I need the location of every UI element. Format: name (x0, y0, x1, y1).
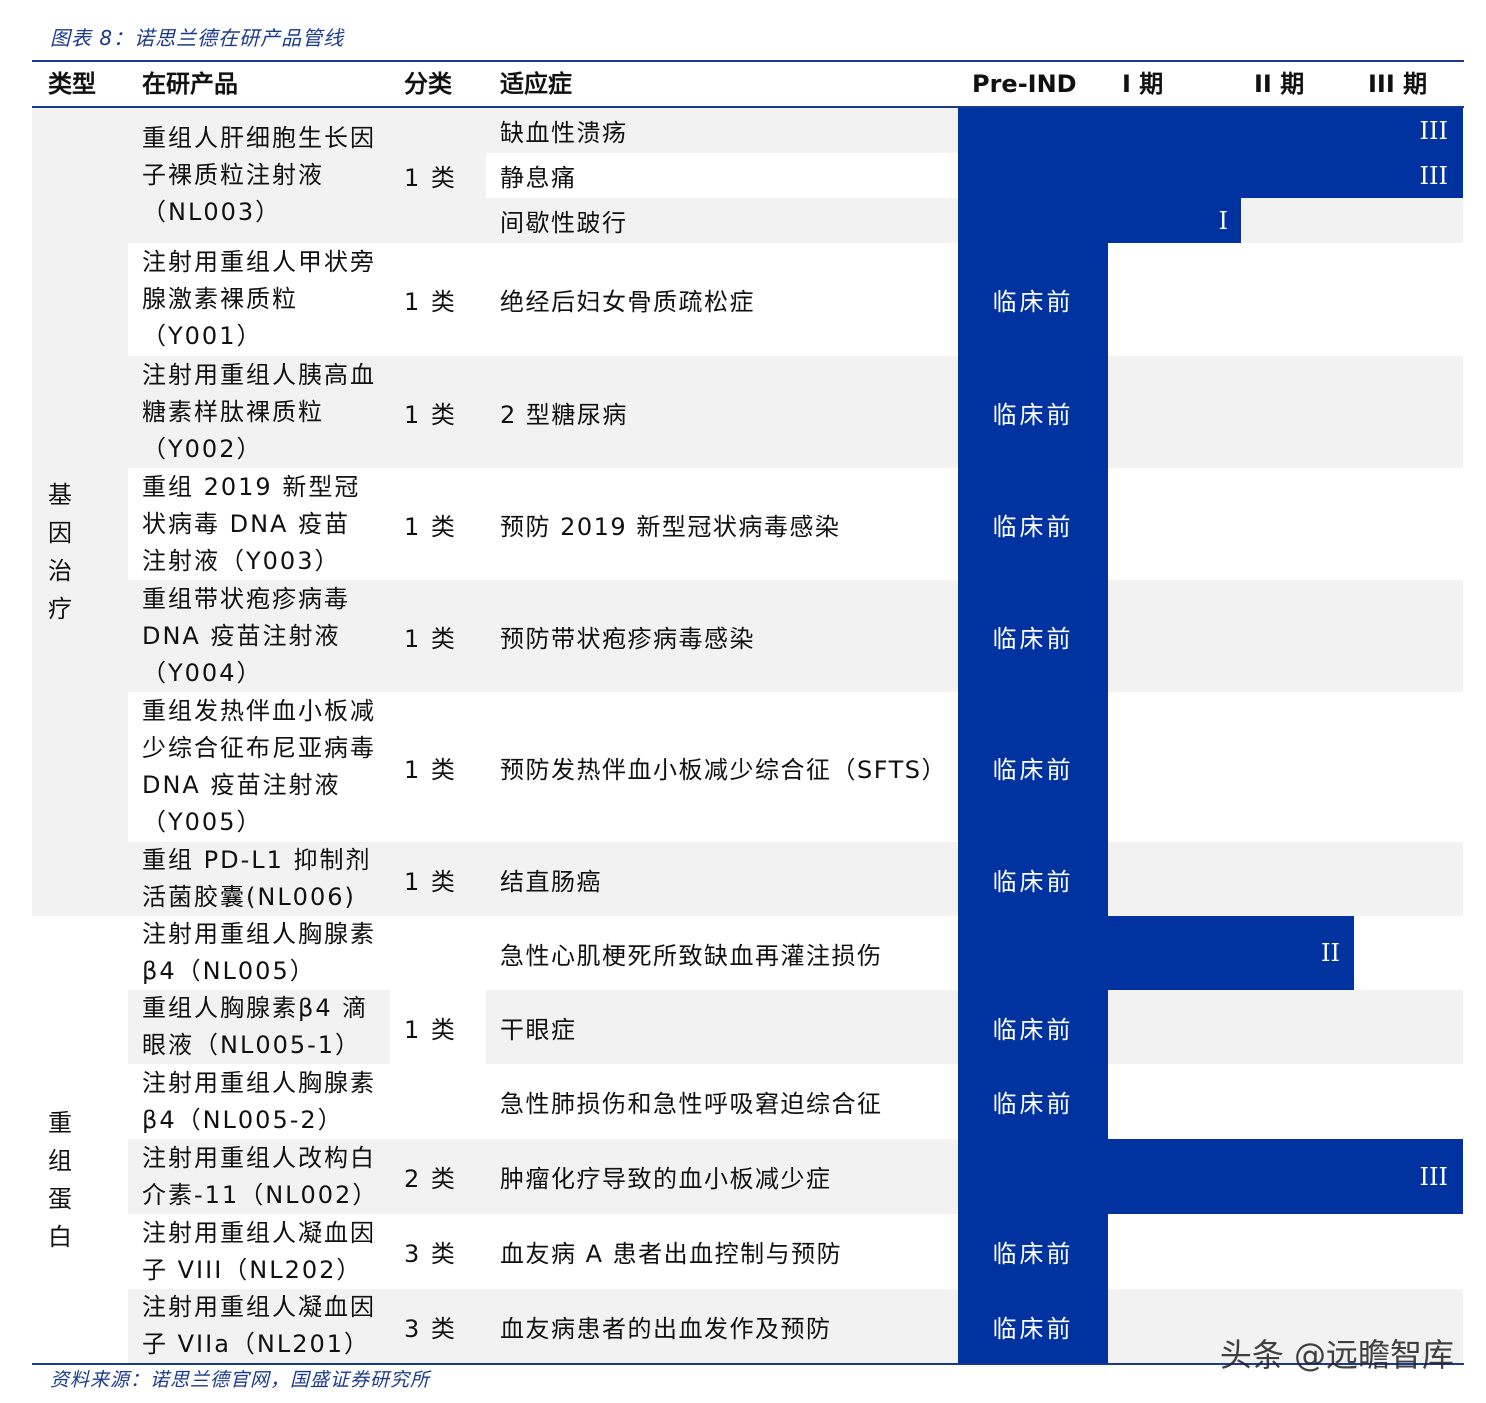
indication-cell: 急性心肌梗死所致缺血再灌注损伤 (500, 941, 883, 970)
stage-label: 临床前 (992, 1314, 1074, 1343)
stage-label: 临床前 (992, 867, 1074, 896)
class-cell: 1 类 (404, 1015, 457, 1044)
source-note: 资料来源：诺思兰德官网，国盛证券研究所 (50, 1369, 431, 1391)
class-cell: 1 类 (404, 624, 457, 653)
indication-cell: 绝经后妇女骨质疏松症 (500, 288, 755, 316)
product-name: 注射用重组人胰高血糖素样肽裸质粒（Y002） (142, 360, 376, 463)
product-cell: 注射用重组人凝血因子 VIII（NL202） (142, 1214, 376, 1289)
class-cell: 3 类 (404, 1240, 457, 1268)
product-cell: 重组人肝细胞生长因子裸质粒注射液（NL003） (142, 108, 376, 243)
indication-cell: 2 型糖尿病 (500, 400, 628, 429)
product-name: 重组人肝细胞生长因子裸质粒注射液（NL003） (142, 124, 376, 226)
header-phase1: I 期 (1122, 70, 1164, 98)
stage-label: III (1419, 1162, 1448, 1191)
indication-cell: 血友病患者的出血发作及预防 (500, 1314, 832, 1343)
stage-label: 临床前 (992, 1015, 1074, 1044)
header-class: 分类 (404, 70, 452, 98)
product-cell: 注射用重组人凝血因子 VIIa（NL201） (142, 1289, 376, 1363)
indication-cell: 肿瘤化疗导致的血小板减少症 (500, 1165, 832, 1193)
product-cell: 重组人胸腺素β4 滴眼液（NL005-1） (142, 990, 376, 1064)
class-cell: 1 类 (404, 288, 457, 316)
product-name: 重组 PD-L1 抑制剂活菌胶囊(NL006) (142, 846, 372, 911)
class-cell: 1 类 (404, 400, 457, 429)
product-cell: 重组 PD-L1 抑制剂活菌胶囊(NL006) (142, 842, 376, 916)
indication-cell: 干眼症 (500, 1015, 577, 1044)
product-name: 注射用重组人改构白介素-11（NL002） (142, 1143, 379, 1209)
header-phase2: II 期 (1254, 70, 1305, 98)
indication-cell: 静息痛 (500, 164, 577, 192)
stage-label: 临床前 (992, 1240, 1074, 1268)
stage-label: 临床前 (992, 624, 1074, 653)
indication-cell: 间歇性跛行 (500, 209, 628, 237)
indication-cell: 急性肺损伤和急性呼吸窘迫综合征 (500, 1090, 883, 1118)
product-name: 注射用重组人凝血因子 VIII（NL202） (142, 1218, 376, 1284)
product-name: 重组人胸腺素β4 滴眼液（NL005-1） (142, 994, 369, 1059)
product-cell: 注射用重组人胰高血糖素样肽裸质粒（Y002） (142, 356, 376, 468)
product-cell: 注射用重组人胸腺素β4（NL005-2） (142, 1064, 376, 1139)
type-gene-therapy: 基 因 治疗 (48, 481, 86, 623)
header-product: 在研产品 (142, 70, 238, 98)
product-name: 注射用重组人胸腺素β4（NL005） (142, 920, 376, 985)
product-name: 重组发热伴血小板减少综合征布尼亚病毒 DNA 疫苗注射液（Y005） (142, 697, 376, 836)
class-cell: 2 类 (404, 1165, 457, 1193)
product-cell: 注射用重组人胸腺素β4（NL005） (142, 916, 376, 990)
product-cell: 注射用重组人甲状旁腺激素裸质粒（Y001） (142, 243, 376, 356)
class-cell: 1 类 (404, 164, 457, 192)
product-name: 注射用重组人胸腺素β4（NL005-2） (142, 1068, 376, 1134)
table-header: 类型 在研产品 分类 适应症 Pre-IND I 期 II 期 III 期 (32, 62, 1464, 106)
product-name: 重组带状疱疹病毒 DNA 疫苗注射液（Y004） (142, 584, 350, 687)
stage-label: 临床前 (992, 512, 1074, 541)
indication-cell: 预防发热伴血小板减少综合征（SFTS） (500, 755, 948, 784)
product-name: 注射用重组人甲状旁腺激素裸质粒（Y001） (142, 248, 376, 350)
indication-cell: 缺血性溃疡 (500, 119, 628, 147)
product-cell: 重组带状疱疹病毒 DNA 疫苗注射液（Y004） (142, 580, 376, 692)
product-name: 注射用重组人凝血因子 VIIa（NL201） (142, 1293, 376, 1358)
stage-label: 临床前 (992, 1090, 1074, 1118)
header-pre-ind: Pre-IND (972, 70, 1077, 98)
stage-label: 临床前 (992, 400, 1074, 429)
indication-cell: 预防带状疱疹病毒感染 (500, 624, 755, 653)
table-caption: 图表 8：诺思兰德在研产品管线 (50, 26, 345, 50)
stage-label: 临床前 (992, 288, 1074, 316)
product-name: 重组 2019 新型冠状病毒 DNA 疫苗注射液（Y003） (142, 472, 361, 575)
stage-label: III (1419, 116, 1448, 145)
product-cell: 重组发热伴血小板减少综合征布尼亚病毒 DNA 疫苗注射液（Y005） (142, 692, 376, 842)
indication-cell: 预防 2019 新型冠状病毒感染 (500, 512, 841, 541)
indication-cell: 结直肠癌 (500, 867, 602, 896)
stage-label: I (1218, 206, 1228, 235)
header-indication: 适应症 (500, 70, 572, 98)
stage-label: II (1321, 939, 1340, 967)
type-recombinant-protein: 重 组 蛋白 (48, 1109, 86, 1251)
header-phase3: III 期 (1368, 70, 1428, 98)
class-cell: 1 类 (404, 755, 457, 784)
indication-cell: 血友病 A 患者出血控制与预防 (500, 1240, 843, 1268)
product-cell: 重组 2019 新型冠状病毒 DNA 疫苗注射液（Y003） (142, 468, 376, 580)
stage-label: 临床前 (992, 755, 1074, 784)
class-cell: 1 类 (404, 512, 457, 541)
header-type: 类型 (48, 70, 96, 98)
class-cell: 3 类 (404, 1314, 457, 1343)
class-cell: 1 类 (404, 867, 457, 896)
product-cell: 注射用重组人改构白介素-11（NL002） (142, 1139, 376, 1214)
watermark: 头条 @远瞻智库 (1219, 1336, 1454, 1374)
stage-label: III (1419, 161, 1448, 190)
